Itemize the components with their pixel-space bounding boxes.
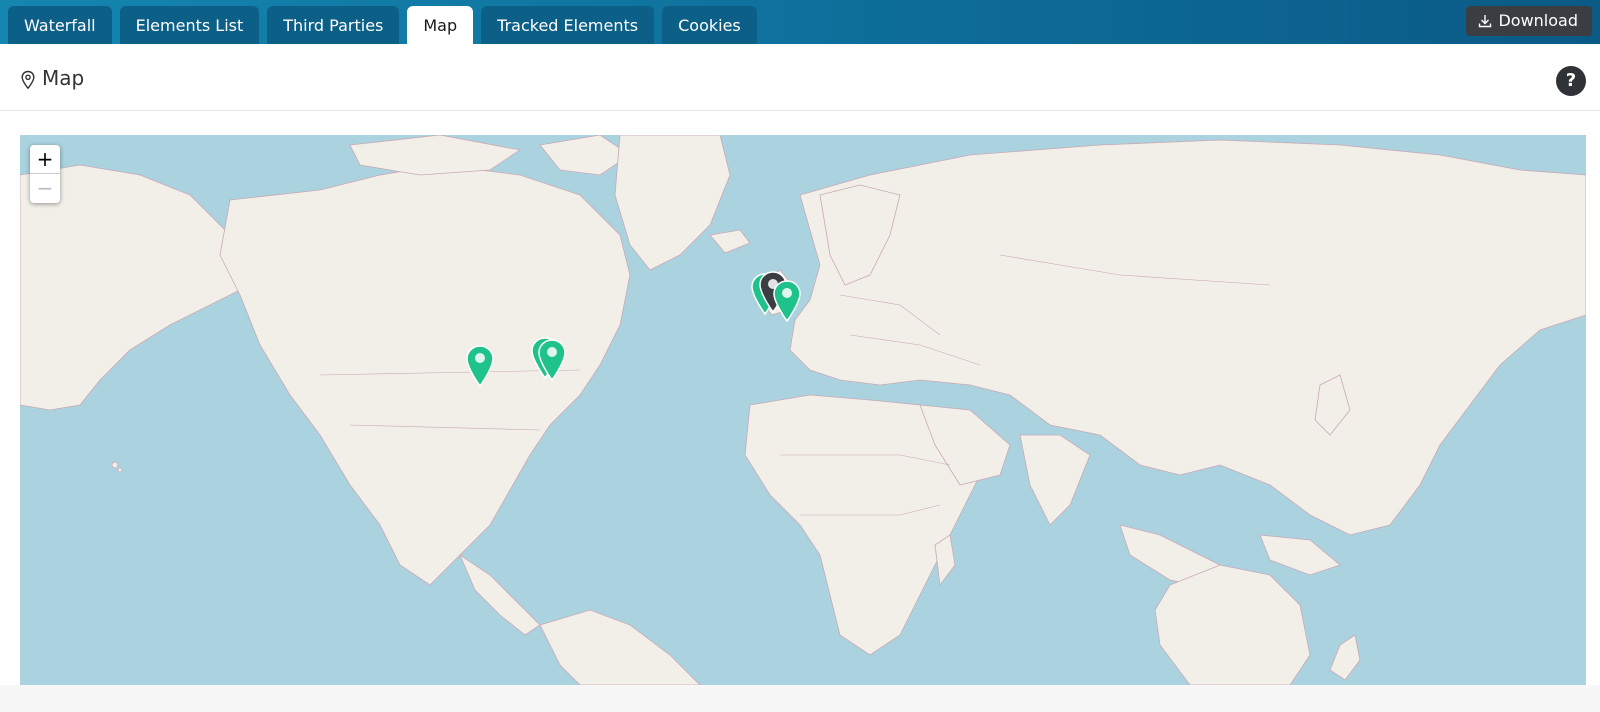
tab-map[interactable]: Map (407, 6, 474, 44)
zoom-control: + − (30, 145, 60, 203)
tab-cookies[interactable]: Cookies (662, 6, 757, 44)
section-header: Map ? (0, 44, 1600, 111)
download-button[interactable]: Download (1466, 6, 1592, 36)
help-button[interactable]: ? (1556, 66, 1586, 96)
download-label: Download (1498, 11, 1578, 30)
marker-us-east-2[interactable] (537, 339, 567, 381)
marker-us-central[interactable] (465, 345, 495, 387)
zoom-in-button[interactable]: + (30, 145, 60, 174)
world-map-tiles (20, 135, 1586, 685)
download-icon (1479, 15, 1492, 28)
tab-third-parties[interactable]: Third Parties (267, 6, 400, 44)
map-pin-icon (21, 70, 35, 90)
tab-elements-list[interactable]: Elements List (119, 6, 260, 44)
bottom-strip (0, 685, 1600, 712)
world-map[interactable]: + − (20, 135, 1586, 685)
marker-europe-west[interactable] (772, 280, 802, 322)
tab-list: Waterfall Elements List Third Parties Ma… (8, 6, 757, 44)
tab-waterfall[interactable]: Waterfall (8, 6, 112, 44)
page-title: Map (42, 66, 85, 90)
zoom-out-button[interactable]: − (30, 174, 60, 203)
map-panel: Map ? + − (0, 44, 1600, 712)
tab-tracked-elements[interactable]: Tracked Elements (481, 6, 655, 44)
top-tab-bar: Waterfall Elements List Third Parties Ma… (0, 0, 1600, 44)
